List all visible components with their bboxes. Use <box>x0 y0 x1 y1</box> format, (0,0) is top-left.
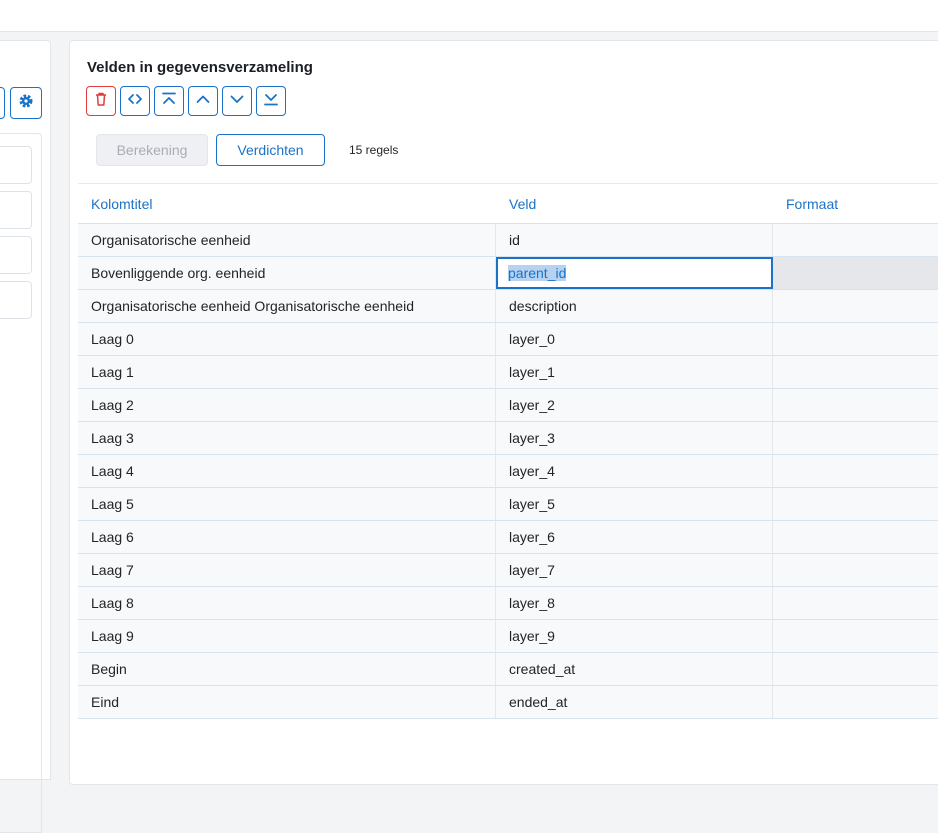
table-row[interactable]: Laag 3 layer_3 <box>78 422 938 455</box>
table-row[interactable]: Begin created_at <box>78 653 938 686</box>
cell-field[interactable]: layer_1 <box>496 356 773 388</box>
row-count: 15 regels <box>349 143 399 157</box>
cell-column-title[interactable]: Organisatorische eenheid <box>78 224 496 256</box>
table-row[interactable]: Laag 0 layer_0 <box>78 323 938 356</box>
cell-field[interactable]: layer_2 <box>496 389 773 421</box>
table-row[interactable]: Laag 4 layer_4 <box>78 455 938 488</box>
cell-format[interactable] <box>773 653 938 685</box>
cell-format[interactable] <box>773 455 938 487</box>
table-row[interactable]: Laag 2 layer_2 <box>78 389 938 422</box>
cell-column-title[interactable]: Laag 8 <box>78 587 496 619</box>
delete-button[interactable] <box>86 86 116 116</box>
trash-icon <box>93 91 109 112</box>
table-row[interactable]: Eind ended_at <box>78 686 938 719</box>
cell-column-title[interactable]: Eind <box>78 686 496 718</box>
cell-field[interactable]: ended_at <box>496 686 773 718</box>
table-row[interactable]: Laag 8 layer_8 <box>78 587 938 620</box>
cell-field[interactable]: id <box>496 224 773 256</box>
cell-column-title[interactable]: Organisatorische eenheid Organisatorisch… <box>78 290 496 322</box>
cell-field[interactable]: layer_7 <box>496 554 773 586</box>
chevron-down-icon <box>229 91 245 112</box>
code-button[interactable] <box>120 86 150 116</box>
cell-field[interactable]: layer_9 <box>496 620 773 652</box>
move-to-bottom-button[interactable] <box>256 86 286 116</box>
cell-column-title[interactable]: Laag 1 <box>78 356 496 388</box>
cell-column-title[interactable]: Laag 4 <box>78 455 496 487</box>
cell-format[interactable] <box>773 224 938 256</box>
cell-field[interactable]: layer_0 <box>496 323 773 355</box>
move-up-button[interactable] <box>188 86 218 116</box>
field-toolbar <box>86 86 286 116</box>
cell-field[interactable]: created_at <box>496 653 773 685</box>
cell-format[interactable] <box>773 257 938 289</box>
table-row[interactable]: Organisatorische eenheid id <box>78 224 938 257</box>
cell-column-title[interactable]: Laag 5 <box>78 488 496 520</box>
move-top-icon <box>161 91 177 112</box>
table-row[interactable]: Organisatorische eenheid Organisatorisch… <box>78 290 938 323</box>
left-list-item[interactable] <box>0 236 32 274</box>
cell-format[interactable] <box>773 356 938 388</box>
cell-field[interactable]: layer_3 <box>496 422 773 454</box>
table-body: Organisatorische eenheid id Bovenliggende … <box>78 224 938 719</box>
move-bottom-icon <box>263 91 279 112</box>
cell-format[interactable] <box>773 521 938 553</box>
chevron-up-icon <box>195 91 211 112</box>
cell-field[interactable]: layer_6 <box>496 521 773 553</box>
column-header-title[interactable]: Kolomtitel <box>78 184 496 223</box>
cell-format[interactable] <box>773 686 938 718</box>
table-header: Kolomtitel Veld Formaat <box>78 184 938 224</box>
table-row[interactable]: Bovenliggende org. eenheid parent_id <box>78 257 938 290</box>
move-to-top-button[interactable] <box>154 86 184 116</box>
cell-format[interactable] <box>773 488 938 520</box>
code-brackets-icon <box>127 91 143 112</box>
table-row[interactable]: Laag 5 layer_5 <box>78 488 938 521</box>
left-list-item[interactable] <box>0 146 32 184</box>
cell-format[interactable] <box>773 587 938 619</box>
cell-column-title[interactable]: Laag 3 <box>78 422 496 454</box>
gear-icon <box>18 93 34 114</box>
column-header-field[interactable]: Veld <box>496 184 773 223</box>
panel-title: Velden in gegevensverzameling <box>87 59 313 76</box>
cell-column-title[interactable]: Laag 6 <box>78 521 496 553</box>
cell-field[interactable]: description <box>496 290 773 322</box>
field-cell-editor[interactable]: parent_id <box>496 257 773 289</box>
cell-column-title[interactable]: Bovenliggende org. eenheid <box>78 257 496 289</box>
cell-column-title[interactable]: Laag 7 <box>78 554 496 586</box>
settings-button[interactable] <box>10 87 42 119</box>
cell-format[interactable] <box>773 389 938 421</box>
cell-field[interactable]: layer_5 <box>496 488 773 520</box>
table-row[interactable]: Laag 7 layer_7 <box>78 554 938 587</box>
fields-table: Kolomtitel Veld Formaat Organisatorische… <box>78 183 938 719</box>
cell-field[interactable]: layer_8 <box>496 587 773 619</box>
cell-format[interactable] <box>773 290 938 322</box>
cell-format[interactable] <box>773 422 938 454</box>
table-row[interactable]: Laag 9 layer_9 <box>78 620 938 653</box>
table-row[interactable]: Laag 6 layer_6 <box>78 521 938 554</box>
cell-column-title[interactable]: Laag 0 <box>78 323 496 355</box>
calculation-button[interactable]: Berekening <box>96 134 208 166</box>
left-list-item[interactable] <box>0 281 32 319</box>
table-row[interactable]: Laag 1 layer_1 <box>78 356 938 389</box>
cell-column-title[interactable]: Begin <box>78 653 496 685</box>
action-row: Berekening Verdichten 15 regels <box>96 134 398 166</box>
cell-format[interactable] <box>773 620 938 652</box>
cell-format[interactable] <box>773 554 938 586</box>
cell-column-title[interactable]: Laag 2 <box>78 389 496 421</box>
cell-field[interactable]: layer_4 <box>496 455 773 487</box>
move-down-button[interactable] <box>222 86 252 116</box>
column-header-format[interactable]: Formaat <box>773 184 938 223</box>
selected-text: parent_id <box>508 265 567 281</box>
top-bar <box>0 0 938 32</box>
left-list-item[interactable] <box>0 191 32 229</box>
left-panel-button[interactable] <box>0 87 5 119</box>
compact-button[interactable]: Verdichten <box>216 134 325 166</box>
left-panel <box>0 40 51 833</box>
cell-column-title[interactable]: Laag 9 <box>78 620 496 652</box>
fields-panel: Velden in gegevensverzameling Berekening… <box>69 40 938 785</box>
cell-format[interactable] <box>773 323 938 355</box>
